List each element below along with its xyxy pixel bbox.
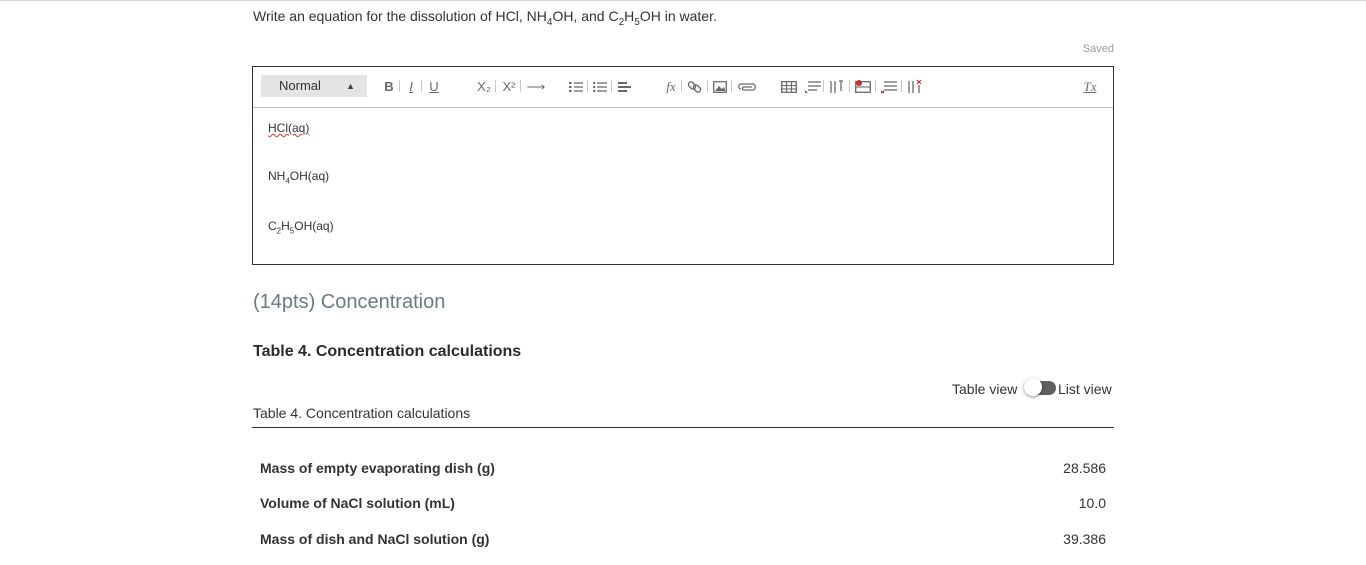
align-left-icon[interactable] bbox=[618, 77, 632, 97]
row-value[interactable]: 39.386 bbox=[1063, 531, 1106, 547]
editor-toolbar: Normal ▲ B I U X₂ X² ⟶ fx Tx bbox=[253, 67, 1113, 108]
bold-button[interactable]: B bbox=[383, 77, 395, 97]
toolbar-separator bbox=[495, 80, 496, 92]
toolbar-separator bbox=[707, 80, 708, 92]
table-row: Mass of dish and NaCl solution (g) 39.38… bbox=[252, 525, 1114, 555]
toolbar-separator bbox=[611, 80, 612, 92]
row-value[interactable]: 28.586 bbox=[1063, 460, 1106, 476]
insert-column-icon[interactable] bbox=[829, 77, 845, 97]
rich-text-editor[interactable]: Normal ▲ B I U X₂ X² ⟶ fx Tx HCl(aq) NH4… bbox=[252, 66, 1114, 265]
section-title: (14pts) Concentration bbox=[253, 291, 446, 313]
save-status: Saved bbox=[1082, 43, 1114, 55]
superscript-button[interactable]: X² bbox=[500, 77, 518, 97]
table-row: Mass of empty evaporating dish (g) 28.58… bbox=[252, 454, 1114, 484]
subscript-button[interactable]: X₂ bbox=[475, 77, 493, 97]
formula-button[interactable]: fx bbox=[663, 77, 679, 97]
clear-formatting-button[interactable]: Tx bbox=[1081, 77, 1099, 97]
row-label: Mass of empty evaporating dish (g) bbox=[260, 460, 495, 476]
answer-line-nh4oh: NH4OH(aq) bbox=[268, 169, 330, 186]
toolbar-separator bbox=[901, 80, 902, 92]
ordered-list-icon[interactable] bbox=[569, 77, 583, 97]
row-value[interactable]: 10.0 bbox=[1079, 495, 1106, 511]
answer-line-c2h5oh: C2H5OH(aq) bbox=[268, 219, 334, 236]
table-caption-rule bbox=[252, 427, 1114, 428]
paragraph-format-select[interactable]: Normal ▲ bbox=[261, 75, 367, 97]
italic-button[interactable]: I bbox=[405, 77, 417, 97]
question-prompt: Write an equation for the dissolution of… bbox=[253, 8, 717, 28]
attachment-icon[interactable] bbox=[737, 77, 757, 97]
toolbar-separator bbox=[731, 80, 732, 92]
underline-button[interactable]: U bbox=[427, 77, 441, 97]
list-view-label[interactable]: List view bbox=[1058, 381, 1112, 397]
answer-line-hcl: HCl(aq) bbox=[268, 121, 310, 135]
table-row: Volume of NaCl solution (mL) 10.0 bbox=[252, 489, 1114, 519]
toolbar-separator bbox=[587, 80, 588, 92]
row-label: Mass of dish and NaCl solution (g) bbox=[260, 531, 490, 547]
toolbar-separator bbox=[875, 80, 876, 92]
link-icon[interactable] bbox=[687, 77, 703, 97]
toolbar-separator bbox=[421, 80, 422, 92]
view-toggle-knob[interactable] bbox=[1024, 378, 1042, 396]
delete-row-icon[interactable] bbox=[881, 77, 897, 97]
image-icon[interactable] bbox=[713, 77, 727, 97]
toolbar-separator bbox=[681, 80, 682, 92]
delete-table-icon[interactable] bbox=[855, 77, 871, 97]
row-label: Volume of NaCl solution (mL) bbox=[260, 495, 455, 511]
toolbar-separator bbox=[520, 80, 521, 92]
delete-column-icon[interactable] bbox=[907, 77, 923, 97]
select-caret-icon: ▲ bbox=[346, 81, 355, 91]
table-view-label[interactable]: Table view bbox=[952, 381, 1017, 397]
insert-row-above-icon[interactable] bbox=[805, 77, 821, 97]
top-divider bbox=[0, 0, 1366, 1]
toolbar-separator bbox=[823, 80, 824, 92]
table-icon[interactable] bbox=[781, 77, 797, 97]
table-caption: Table 4. Concentration calculations bbox=[253, 405, 471, 421]
arrow-button[interactable]: ⟶ bbox=[525, 77, 547, 97]
toolbar-separator bbox=[399, 80, 400, 92]
toolbar-separator bbox=[849, 80, 850, 92]
bullet-list-icon[interactable] bbox=[593, 77, 607, 97]
table-heading: Table 4. Concentration calculations bbox=[253, 343, 522, 360]
